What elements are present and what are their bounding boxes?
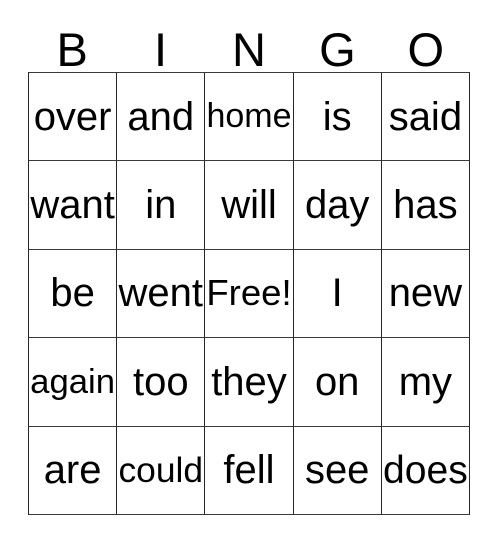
bingo-cell-label: new <box>388 271 463 316</box>
bingo-cell-g1[interactable]: is <box>293 73 382 162</box>
bingo-cell-label: are <box>43 448 102 493</box>
bingo-cell-label: home <box>206 96 292 135</box>
bingo-cell-g5[interactable]: see <box>293 426 382 515</box>
bingo-header-letter-i: I <box>154 23 168 76</box>
bingo-cell-b3[interactable]: be <box>29 249 118 339</box>
bingo-cell-o2[interactable]: has <box>381 161 470 250</box>
bingo-cell-n4[interactable]: they <box>205 338 294 427</box>
bingo-cell-g3[interactable]: I <box>293 249 382 339</box>
bingo-cell-i4[interactable]: too <box>117 338 206 427</box>
bingo-cell-i1[interactable]: and <box>117 73 206 162</box>
bingo-cell-label: does <box>383 448 468 492</box>
bingo-cell-b2[interactable]: want <box>29 161 118 250</box>
bingo-cell-b5[interactable]: are <box>29 426 118 515</box>
bingo-card: B I N G O over and home is said want in … <box>28 26 470 516</box>
bingo-cell-free-space[interactable]: Free! <box>205 249 294 339</box>
bingo-header-letter-b: B <box>56 23 88 76</box>
bingo-cell-label: and <box>127 94 195 139</box>
bingo-cell-label: could <box>118 449 204 490</box>
bingo-cell-n1[interactable]: home <box>205 73 294 162</box>
bingo-cell-i2[interactable]: in <box>117 161 206 250</box>
bingo-cell-label: over <box>33 94 112 139</box>
bingo-header-row: B I N G O <box>28 23 470 76</box>
bingo-cell-label: said <box>388 94 463 139</box>
bingo-cell-n5[interactable]: fell <box>205 426 294 515</box>
bingo-cell-label: want <box>30 183 115 228</box>
bingo-cell-i5[interactable]: could <box>117 426 206 515</box>
bingo-cell-label: day <box>304 183 370 228</box>
bingo-header-letter-g: G <box>319 23 356 76</box>
bingo-grid: over and home is said want in will day h… <box>28 72 470 515</box>
bingo-cell-g2[interactable]: day <box>293 161 382 250</box>
bingo-cell-label: is <box>322 94 352 139</box>
bingo-cell-label: on <box>314 359 360 404</box>
bingo-free-space-label: Free! <box>206 272 292 314</box>
bingo-cell-label: will <box>221 183 277 228</box>
bingo-cell-label: see <box>304 448 370 493</box>
bingo-cell-label: has <box>393 183 458 228</box>
bingo-cell-o3[interactable]: new <box>381 249 470 339</box>
bingo-header-letter-n: N <box>232 23 266 76</box>
bingo-cell-b1[interactable]: over <box>29 73 118 162</box>
bingo-cell-label: again <box>30 362 116 401</box>
bingo-cell-o5[interactable]: does <box>381 426 470 515</box>
bingo-cell-b4[interactable]: again <box>29 338 118 427</box>
bingo-cell-label: they <box>211 359 287 404</box>
bingo-cell-label: I <box>331 271 343 316</box>
bingo-cell-label: be <box>50 271 95 316</box>
bingo-cell-n2[interactable]: will <box>205 161 294 250</box>
bingo-cell-o4[interactable]: my <box>381 338 470 427</box>
bingo-cell-label: fell <box>223 448 275 493</box>
bingo-cell-label: my <box>398 359 453 404</box>
bingo-cell-o1[interactable]: said <box>381 73 470 162</box>
bingo-cell-g4[interactable]: on <box>293 338 382 427</box>
bingo-cell-label: went <box>118 271 204 316</box>
bingo-cell-label: in <box>145 183 177 228</box>
bingo-cell-label: too <box>132 359 189 404</box>
bingo-header-letter-o: O <box>407 23 445 76</box>
bingo-cell-i3[interactable]: went <box>117 249 206 339</box>
